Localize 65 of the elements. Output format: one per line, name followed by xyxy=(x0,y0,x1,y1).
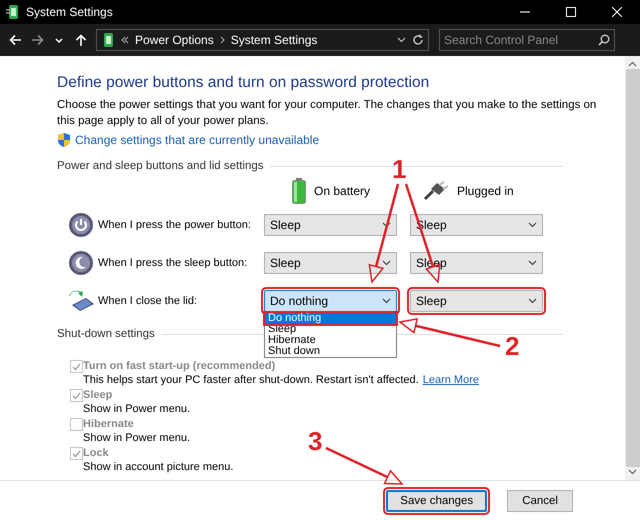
cancel-button[interactable]: Cancel xyxy=(507,490,573,512)
scroll-up-icon xyxy=(628,61,637,67)
setting-label: When I close the lid: xyxy=(98,295,198,307)
checkbox-label: Hibernate xyxy=(83,417,134,431)
scroll-down-icon xyxy=(628,469,637,475)
maximize-icon xyxy=(566,7,576,17)
window-title: System Settings xyxy=(26,5,114,19)
checkbox-label: Lock xyxy=(83,446,109,460)
check-icon xyxy=(72,392,81,400)
chevron-down-icon xyxy=(382,298,391,304)
section-title: Power and sleep buttons and lid settings xyxy=(57,160,264,172)
address-field[interactable]: Power Options System Settings xyxy=(96,29,429,51)
step-number: 2 xyxy=(505,333,520,359)
dropdown[interactable]: Sleep xyxy=(410,290,543,312)
chevron-down-icon xyxy=(528,222,537,228)
setting-label: When I press the power button: xyxy=(98,219,251,231)
back-arrow-icon xyxy=(8,34,22,46)
search-field[interactable]: Search Control Panel xyxy=(439,29,615,51)
column-header: On battery xyxy=(314,184,370,198)
plug-icon xyxy=(423,181,449,201)
dropdown[interactable]: Sleep xyxy=(264,252,397,274)
dropdown-option[interactable]: Shut down xyxy=(265,346,396,357)
shield-icon xyxy=(57,132,71,148)
checkbox-label: Turn on fast start-up (recommended) xyxy=(83,359,276,373)
laptop-icon xyxy=(68,289,96,313)
breadcrumb[interactable]: System Settings xyxy=(230,33,318,47)
page-description: Choose the power settings that you want for your computer. The changes that you make to the settings on this page apply to all of your power plans. xyxy=(57,98,597,129)
option-description: Show in Power menu. xyxy=(83,431,190,445)
power-icon xyxy=(68,212,94,238)
option-description: Show in Power menu. xyxy=(83,402,190,416)
chevron-down-icon xyxy=(528,298,537,304)
dropdown[interactable]: Sleep xyxy=(264,214,397,236)
checkbox-label: Sleep xyxy=(83,388,112,402)
dropdown-option[interactable]: Hibernate xyxy=(265,335,396,346)
option-description: This helps start your PC faster after shut-down. Restart isn't affected. xyxy=(83,373,419,387)
dropdown[interactable]: Do nothing xyxy=(264,290,397,312)
chevron-down-icon xyxy=(397,37,406,43)
change-settings-link[interactable]: Change settings that are currently unavailable xyxy=(75,133,320,147)
chevron-down-icon xyxy=(382,260,391,266)
setting-label: When I press the sleep button: xyxy=(98,257,248,269)
page-heading: Define power buttons and turn on password protection xyxy=(57,73,430,93)
chevron-down-icon xyxy=(528,260,537,266)
check-icon xyxy=(72,450,81,458)
scrollbar[interactable] xyxy=(625,56,640,480)
section-title: Shut-down settings xyxy=(57,328,155,340)
option-description: Show in account picture menu. xyxy=(83,460,234,474)
app-icon xyxy=(101,32,115,48)
moon-icon xyxy=(68,250,94,276)
chevron-down-icon xyxy=(55,38,63,42)
refresh-icon xyxy=(412,34,424,46)
app-icon xyxy=(6,4,20,20)
breadcrumb[interactable]: Power Options xyxy=(135,33,214,47)
check-icon xyxy=(72,362,81,370)
dropdown-option[interactable]: Do nothing xyxy=(265,313,396,324)
step-number: 3 xyxy=(308,428,322,454)
battery-icon xyxy=(292,178,306,204)
search-icon xyxy=(598,34,610,46)
double-chevron-icon xyxy=(121,36,129,44)
chevron-right-icon xyxy=(220,36,225,44)
close-icon xyxy=(612,7,622,17)
column-header: Plugged in xyxy=(457,184,514,198)
step-number: 1 xyxy=(392,156,406,182)
chevron-down-icon xyxy=(382,222,391,228)
up-arrow-icon xyxy=(75,34,87,46)
forward-arrow-icon xyxy=(30,34,44,46)
